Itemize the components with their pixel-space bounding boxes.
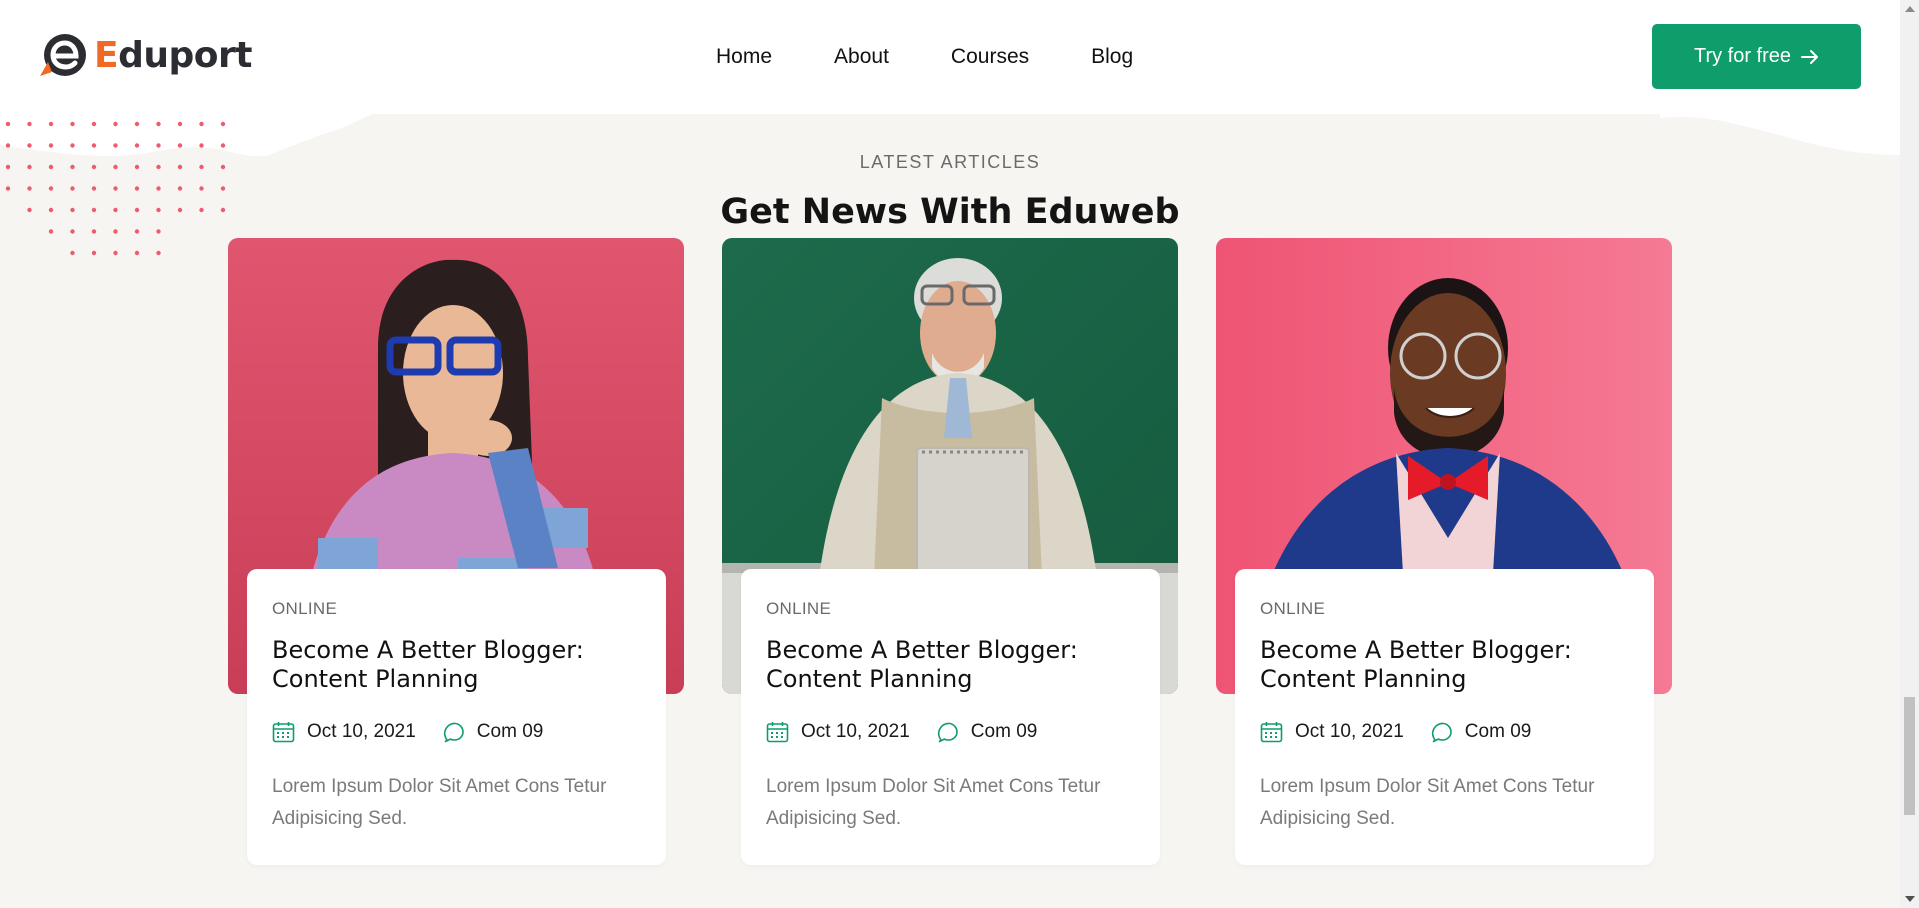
page-scrollbar[interactable] xyxy=(1900,0,1919,908)
nav-blog[interactable]: Blog xyxy=(1060,42,1164,72)
scroll-up-arrow-icon[interactable] xyxy=(1905,6,1915,12)
article-date-text: Oct 10, 2021 xyxy=(1295,721,1404,742)
article-card-body: ONLINE Become A Better Blogger: Content … xyxy=(247,569,666,865)
article-card[interactable]: ONLINE Become A Better Blogger: Content … xyxy=(228,238,684,865)
site-header: Eduport Home About Courses Blog Try for … xyxy=(0,0,1900,114)
article-date-text: Oct 10, 2021 xyxy=(307,721,416,742)
article-comments-text: Com 09 xyxy=(476,721,544,742)
logo-wordmark: Eduport xyxy=(94,34,252,76)
article-comments-text: Com 09 xyxy=(970,721,1038,742)
arrow-right-icon xyxy=(1801,49,1819,64)
article-title[interactable]: Become A Better Blogger: Content Plannin… xyxy=(766,636,1135,694)
scrollbar-thumb[interactable] xyxy=(1904,697,1915,815)
logo-mark-icon xyxy=(38,32,88,78)
article-comments[interactable]: Com 09 xyxy=(936,721,1038,743)
article-title[interactable]: Become A Better Blogger: Content Plannin… xyxy=(1260,636,1629,694)
try-for-free-button[interactable]: Try for free xyxy=(1652,24,1861,89)
article-card-body: ONLINE Become A Better Blogger: Content … xyxy=(1235,569,1654,865)
nav-about[interactable]: About xyxy=(803,42,920,72)
nav-home[interactable]: Home xyxy=(716,42,803,72)
article-date: Oct 10, 2021 xyxy=(272,721,416,743)
chat-bubble-icon xyxy=(443,722,464,743)
try-for-free-label: Try for free xyxy=(1693,45,1792,67)
article-date: Oct 10, 2021 xyxy=(766,721,910,743)
article-card[interactable]: ONLINE Become A Better Blogger: Content … xyxy=(1216,238,1672,865)
article-category: ONLINE xyxy=(766,599,832,618)
article-comments[interactable]: Com 09 xyxy=(442,721,544,743)
article-excerpt: Lorem Ipsum Dolor Sit Amet Cons Tetur Ad… xyxy=(766,776,1101,829)
chat-bubble-icon xyxy=(937,722,958,743)
article-title[interactable]: Become A Better Blogger: Content Plannin… xyxy=(272,636,641,694)
section-title: Get News With Eduweb xyxy=(720,192,1180,232)
article-card-body: ONLINE Become A Better Blogger: Content … xyxy=(741,569,1160,865)
scroll-down-arrow-icon[interactable] xyxy=(1905,896,1915,902)
nav-courses[interactable]: Courses xyxy=(920,42,1060,72)
main-nav: Home About Courses Blog xyxy=(716,42,1164,72)
article-comments-text: Com 09 xyxy=(1464,721,1532,742)
calendar-icon xyxy=(1260,722,1283,743)
article-meta: Oct 10, 2021 Com 09 xyxy=(272,721,641,743)
calendar-icon xyxy=(272,722,295,743)
article-card[interactable]: ONLINE Become A Better Blogger: Content … xyxy=(722,238,1178,865)
article-category: ONLINE xyxy=(1260,599,1326,618)
article-comments[interactable]: Com 09 xyxy=(1430,721,1532,743)
article-meta: Oct 10, 2021 Com 09 xyxy=(1260,721,1629,743)
article-meta: Oct 10, 2021 Com 09 xyxy=(766,721,1135,743)
article-date: Oct 10, 2021 xyxy=(1260,721,1404,743)
site-logo[interactable]: Eduport xyxy=(38,32,252,78)
section-eyebrow: LATEST ARTICLES xyxy=(859,152,1041,172)
article-date-text: Oct 10, 2021 xyxy=(801,721,910,742)
article-excerpt: Lorem Ipsum Dolor Sit Amet Cons Tetur Ad… xyxy=(272,776,607,829)
chat-bubble-icon xyxy=(1431,722,1452,743)
article-category: ONLINE xyxy=(272,599,338,618)
calendar-icon xyxy=(766,722,789,743)
article-excerpt: Lorem Ipsum Dolor Sit Amet Cons Tetur Ad… xyxy=(1260,776,1595,829)
